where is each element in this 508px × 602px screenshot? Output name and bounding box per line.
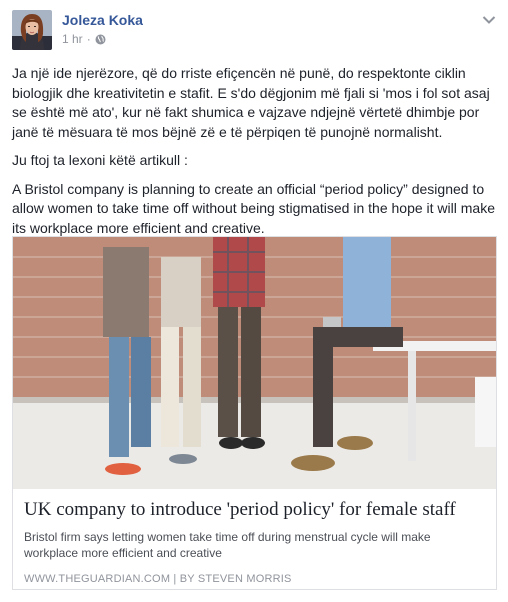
- link-preview-body: UK company to introduce 'period policy' …: [13, 489, 496, 589]
- post-text: Ja një ide njerëzore, që do rriste efiçe…: [12, 64, 496, 247]
- facebook-post: Joleza Koka 1 hr · Ja një ide njerëzore,…: [0, 0, 508, 602]
- post-meta: 1 hr ·: [62, 32, 106, 46]
- link-description: Bristol firm says letting women take tim…: [24, 530, 431, 560]
- author-name[interactable]: Joleza Koka: [62, 12, 143, 28]
- post-paragraph: A Bristol company is planning to create …: [12, 180, 495, 236]
- link-preview-card[interactable]: UK company to introduce 'period policy' …: [12, 236, 497, 590]
- link-title[interactable]: UK company to introduce 'period policy' …: [24, 499, 485, 521]
- post-paragraph: Ju ftoj ta lexoni këtë artikull :: [12, 152, 188, 168]
- post-paragraph: Ja një ide njerëzore, që do rriste efiçe…: [12, 65, 490, 140]
- globe-icon[interactable]: [95, 34, 106, 45]
- chevron-down-icon[interactable]: [482, 12, 496, 24]
- link-source: WWW.THEGUARDIAN.COM | BY STEVEN MORRIS: [24, 573, 292, 585]
- meta-separator: ·: [86, 32, 91, 46]
- post-header: Joleza Koka 1 hr ·: [12, 10, 496, 52]
- link-preview-image[interactable]: [13, 237, 496, 489]
- post-time[interactable]: 1 hr: [62, 32, 83, 46]
- avatar[interactable]: [12, 10, 52, 50]
